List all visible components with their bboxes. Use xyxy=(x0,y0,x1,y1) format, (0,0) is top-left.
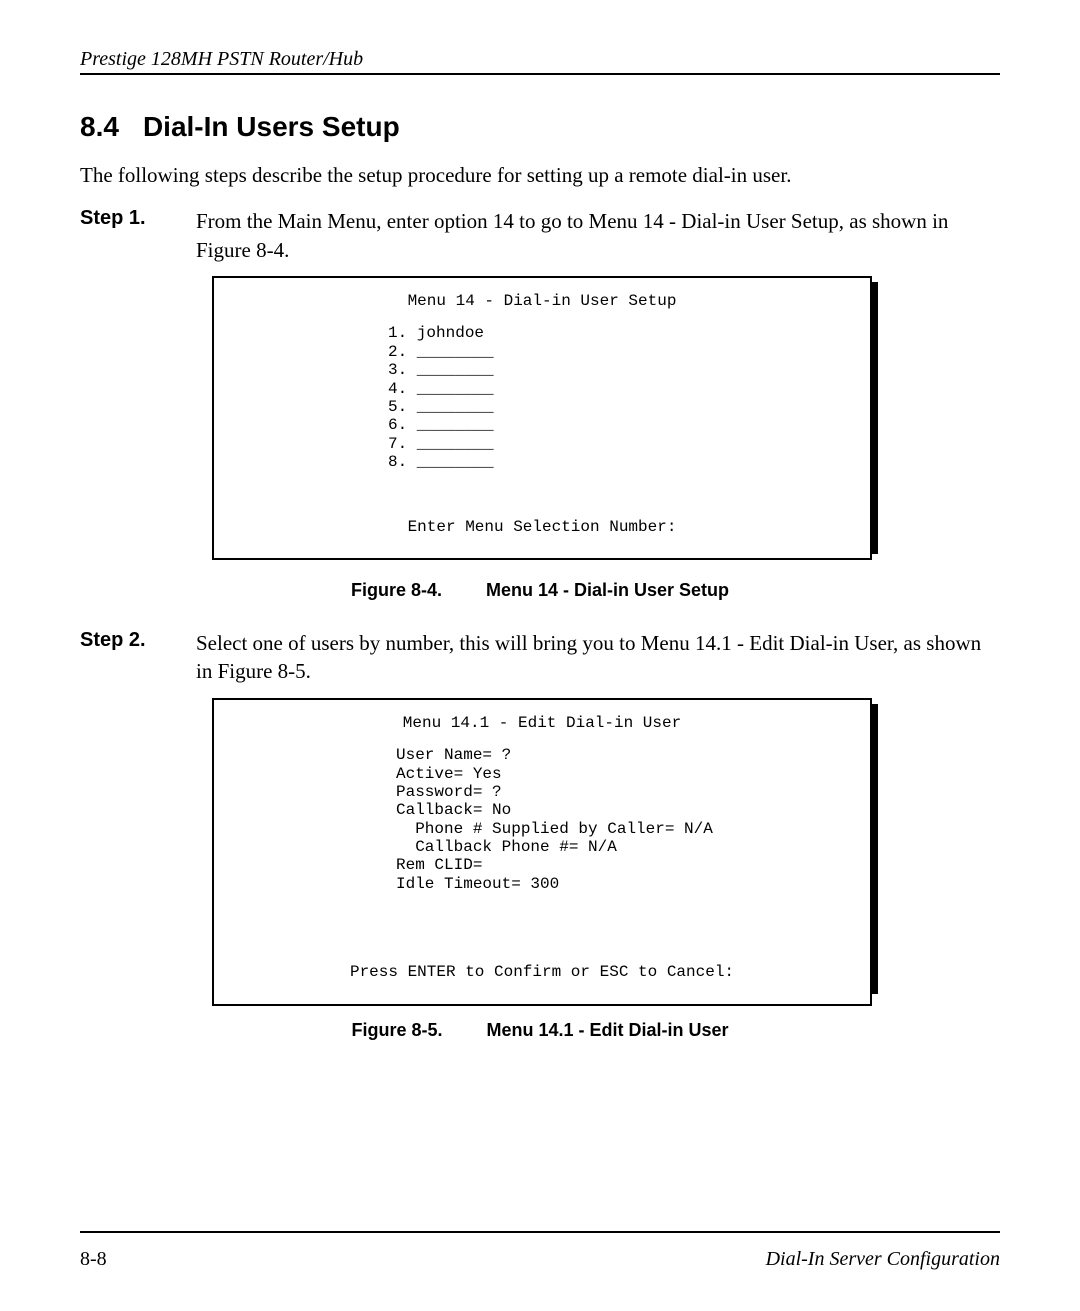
figure-8-4-title: Menu 14 - Dial-in User Setup xyxy=(486,580,729,600)
footer-chapter: Dial-In Server Configuration xyxy=(766,1248,1000,1271)
field-user-name: User Name= ? xyxy=(396,746,846,764)
figure-8-4-label: Figure 8-4. xyxy=(351,580,442,601)
terminal-title: Menu 14 - Dial-in User Setup xyxy=(238,292,846,310)
page: Prestige 128MH PSTN Router/Hub 8.4 Dial-I… xyxy=(0,0,1080,1311)
field-callback-phone: Callback Phone #= N/A xyxy=(396,838,846,856)
field-rem-clid: Rem CLID= xyxy=(396,856,846,874)
field-callback: Callback= No xyxy=(396,801,846,819)
figure-8-5-label: Figure 8-5. xyxy=(351,1020,442,1041)
terminal-prompt-2: Press ENTER to Confirm or ESC to Cancel: xyxy=(238,963,846,981)
figure-8-5-caption: Figure 8-5. Menu 14.1 - Edit Dial-in User xyxy=(80,1020,1000,1041)
user-row-7: 7. ________ xyxy=(388,435,846,453)
terminal-menu-14-1: Menu 14.1 - Edit Dial-in User User Name=… xyxy=(212,698,872,1006)
user-row-3: 3. ________ xyxy=(388,361,846,379)
step-1: Step 1. From the Main Menu, enter option… xyxy=(80,207,1000,264)
field-password: Password= ? xyxy=(396,783,846,801)
footer-page-number: 8-8 xyxy=(80,1248,107,1271)
field-phone-supplied: Phone # Supplied by Caller= N/A xyxy=(396,820,846,838)
footer: 8-8 Dial-In Server Configuration xyxy=(80,1248,1000,1271)
figure-8-5-terminal: Menu 14.1 - Edit Dial-in User User Name=… xyxy=(212,698,872,988)
intro-paragraph: The following steps describe the setup p… xyxy=(80,161,1000,189)
step-2-body: Select one of users by number, this will… xyxy=(196,629,1000,686)
field-idle-timeout: Idle Timeout= 300 xyxy=(396,875,846,893)
terminal-menu-14: Menu 14 - Dial-in User Setup 1. johndoe … xyxy=(212,276,872,560)
section-heading: 8.4 Dial-In Users Setup xyxy=(80,111,1000,143)
section-title: Dial-In Users Setup xyxy=(143,111,400,142)
user-row-1: 1. johndoe xyxy=(388,324,846,342)
figure-8-4-caption: Figure 8-4. Menu 14 - Dial-in User Setup xyxy=(80,580,1000,601)
step-1-body: From the Main Menu, enter option 14 to g… xyxy=(196,207,1000,264)
running-head: Prestige 128MH PSTN Router/Hub xyxy=(80,48,1000,73)
step-2: Step 2. Select one of users by number, t… xyxy=(80,629,1000,686)
step-2-label: Step 2. xyxy=(80,629,196,686)
user-row-4: 4. ________ xyxy=(388,380,846,398)
footer-rule xyxy=(80,1231,1000,1233)
terminal-prompt: Enter Menu Selection Number: xyxy=(238,518,846,536)
header-rule xyxy=(80,73,1000,75)
user-row-2: 2. ________ xyxy=(388,343,846,361)
terminal-title-2: Menu 14.1 - Edit Dial-in User xyxy=(238,714,846,732)
figure-8-4-terminal: Menu 14 - Dial-in User Setup 1. johndoe … xyxy=(212,276,872,548)
field-active: Active= Yes xyxy=(396,765,846,783)
user-row-5: 5. ________ xyxy=(388,398,846,416)
figure-8-5-title: Menu 14.1 - Edit Dial-in User xyxy=(486,1020,728,1040)
user-row-6: 6. ________ xyxy=(388,416,846,434)
step-1-label: Step 1. xyxy=(80,207,196,264)
user-row-8: 8. ________ xyxy=(388,453,846,471)
section-number: 8.4 xyxy=(80,111,119,143)
